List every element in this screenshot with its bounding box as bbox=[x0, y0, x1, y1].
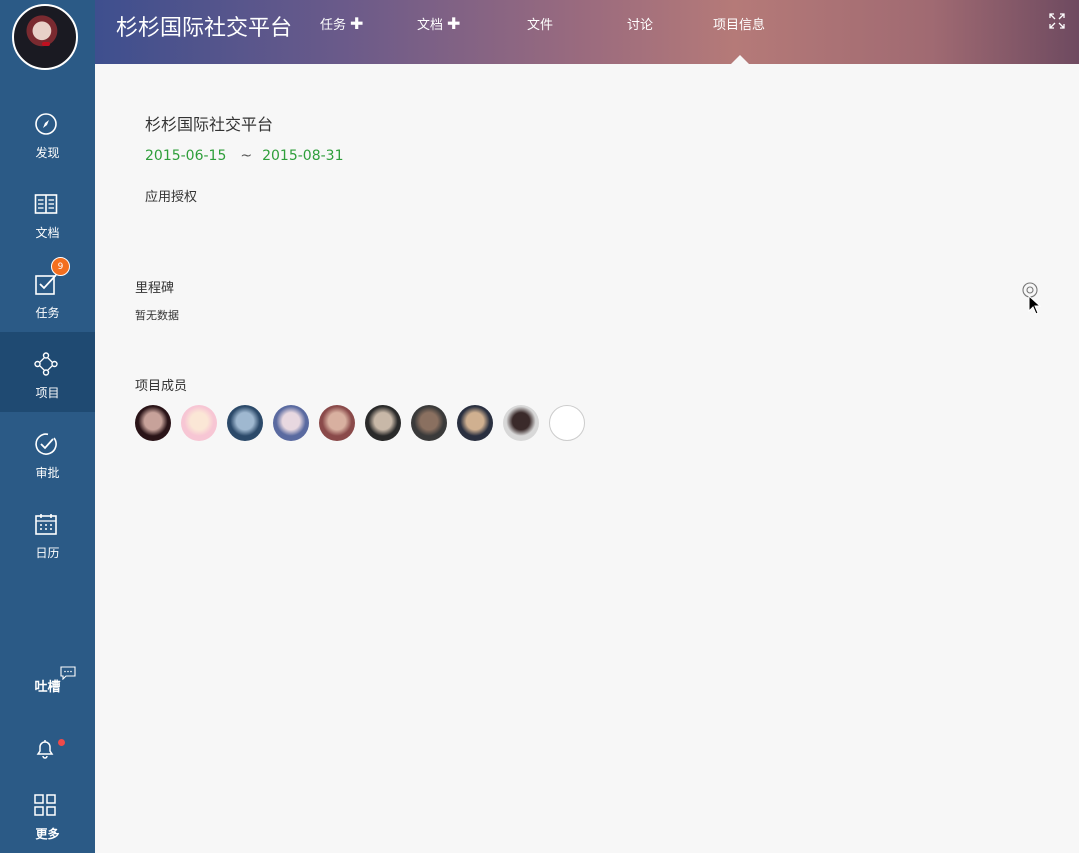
more-button[interactable]: 更多 bbox=[0, 825, 95, 842]
tab-files[interactable]: 文件 bbox=[527, 14, 553, 33]
tab-label: 项目信息 bbox=[713, 18, 766, 33]
checkbox-icon bbox=[35, 274, 57, 295]
member-avatar[interactable] bbox=[365, 405, 401, 441]
grid-icon[interactable] bbox=[33, 793, 57, 817]
user-avatar[interactable] bbox=[12, 4, 78, 70]
plus-icon[interactable]: ✚ bbox=[350, 14, 363, 33]
start-date: 2015-06-15 bbox=[145, 148, 227, 164]
app-authorization-link[interactable]: 应用授权 bbox=[145, 186, 197, 205]
sidebar-item-label: 发现 bbox=[35, 146, 60, 160]
tab-label: 讨论 bbox=[627, 18, 654, 33]
milestones-empty-text: 暂无数据 bbox=[135, 309, 179, 322]
member-avatar-list bbox=[135, 405, 595, 441]
sidebar-item-approval[interactable]: 审批 bbox=[0, 412, 95, 492]
members-heading: 项目成员 bbox=[135, 379, 188, 394]
header-bar: 杉杉国际社交平台 任务 ✚ 文档 ✚ 文件 讨论 项目信息 bbox=[95, 0, 1079, 64]
tab-discussion[interactable]: 讨论 bbox=[627, 14, 653, 33]
sidebar-item-label: 任务 bbox=[35, 306, 60, 320]
sidebar-item-label: 文档 bbox=[35, 226, 60, 240]
task-count-badge: 9 bbox=[51, 257, 70, 276]
sidebar-item-discover[interactable]: 发现 bbox=[0, 92, 95, 172]
notification-dot bbox=[58, 739, 65, 746]
page-title: 杉杉国际社交平台 bbox=[116, 16, 293, 41]
book-icon bbox=[34, 194, 58, 214]
sidebar: 发现 文档 任务 9 项目 审批 日历 吐槽 更多 bbox=[0, 0, 95, 853]
add-member-button[interactable] bbox=[549, 405, 585, 441]
approval-check-icon bbox=[35, 433, 57, 455]
member-avatar[interactable] bbox=[457, 405, 493, 441]
end-date: 2015-08-31 bbox=[262, 148, 344, 164]
sidebar-item-label: 日历 bbox=[35, 546, 60, 560]
tab-label: 文档 bbox=[417, 18, 444, 33]
compass-icon bbox=[35, 113, 57, 135]
active-tab-indicator bbox=[731, 55, 749, 64]
sidebar-item-label: 项目 bbox=[35, 386, 60, 400]
sidebar-item-docs[interactable]: 文档 bbox=[0, 172, 95, 252]
project-name: 杉杉国际社交平台 bbox=[145, 115, 274, 134]
member-avatar[interactable] bbox=[181, 405, 217, 441]
feedback-button[interactable]: 吐槽 bbox=[0, 676, 95, 695]
member-avatar[interactable] bbox=[273, 405, 309, 441]
calendar-icon bbox=[35, 514, 57, 535]
milestones-heading: 里程碑 bbox=[135, 281, 175, 296]
member-avatar[interactable] bbox=[411, 405, 447, 441]
tab-docs[interactable]: 文档 ✚ bbox=[417, 14, 460, 33]
tab-label: 文件 bbox=[527, 18, 554, 33]
member-avatar[interactable] bbox=[503, 405, 539, 441]
member-avatar[interactable] bbox=[227, 405, 263, 441]
bell-icon[interactable] bbox=[33, 737, 57, 761]
sidebar-item-calendar[interactable]: 日历 bbox=[0, 492, 95, 572]
tab-label: 任务 bbox=[320, 18, 347, 33]
sidebar-item-tasks[interactable]: 任务 bbox=[0, 252, 95, 332]
member-avatar[interactable] bbox=[319, 405, 355, 441]
member-avatar[interactable] bbox=[135, 405, 171, 441]
project-nodes-icon bbox=[34, 352, 58, 376]
sidebar-item-label: 审批 bbox=[35, 466, 60, 480]
plus-icon[interactable]: ✚ bbox=[447, 14, 460, 33]
tab-tasks[interactable]: 任务 ✚ bbox=[320, 14, 363, 33]
mouse-cursor-icon bbox=[1028, 295, 1042, 315]
fullscreen-icon[interactable] bbox=[1049, 13, 1065, 29]
tab-project-info[interactable]: 项目信息 bbox=[713, 14, 765, 33]
project-dates: 2015-06-15 ~2015-08-31 bbox=[145, 148, 343, 164]
date-separator: ~ bbox=[240, 148, 253, 164]
sidebar-item-project[interactable]: 项目 bbox=[0, 332, 95, 412]
